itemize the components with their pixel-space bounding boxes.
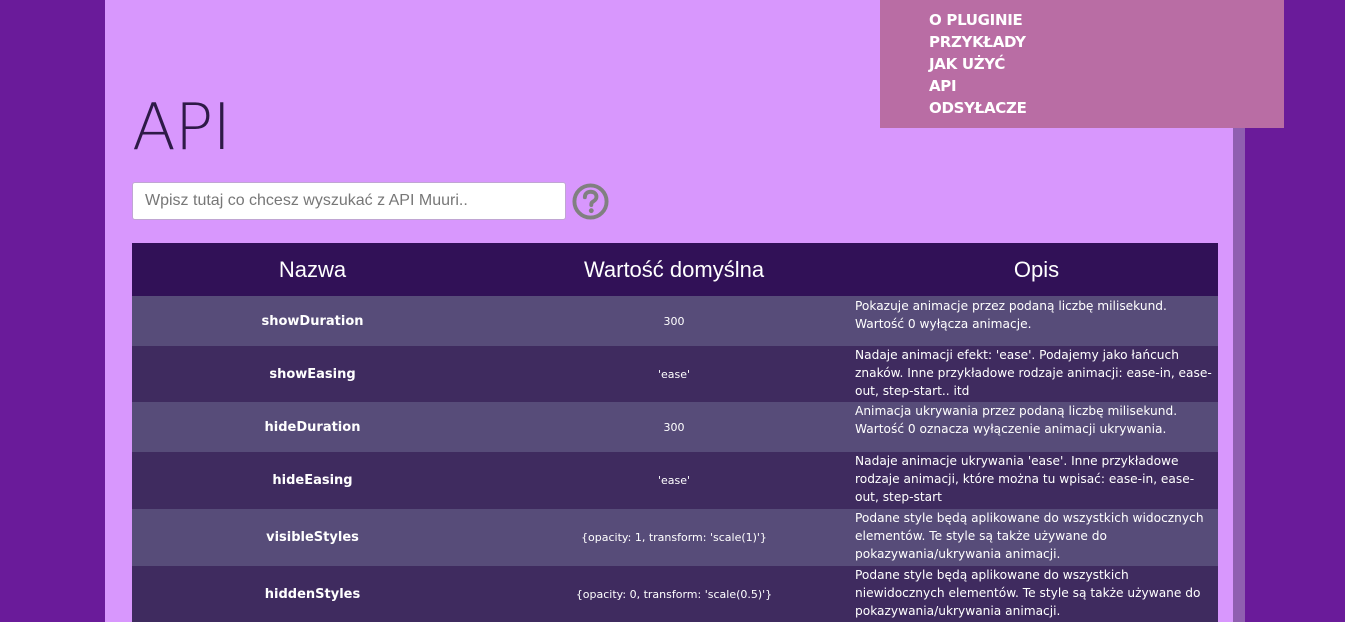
cell-name: hideEasing [132, 452, 493, 509]
page-title: API [132, 91, 231, 165]
cell-default: 300 [493, 402, 855, 452]
cell-description: Nadaje animacji efekt: 'ease'. Podajemy … [855, 346, 1218, 402]
table-row: hideDuration 300 Animacja ukrywania prze… [132, 402, 1218, 452]
cell-default: 'ease' [493, 452, 855, 509]
cell-default: 300 [493, 296, 855, 346]
cell-default: 'ease' [493, 346, 855, 402]
cell-name: hideDuration [132, 402, 493, 452]
table-header-row: Nazwa Wartość domyślna Opis [132, 243, 1218, 296]
table-row: showEasing 'ease' Nadaje animacji efekt:… [132, 346, 1218, 402]
header-default-value: Wartość domyślna [493, 243, 855, 296]
nav-item-odsylacze[interactable]: ODSYŁACZE [929, 97, 1027, 119]
table-row: visibleStyles {opacity: 1, transform: 's… [132, 509, 1218, 566]
cell-name: showDuration [132, 296, 493, 346]
main-navigation: O PLUGINIE PRZYKŁADY JAK UŻYĆ API ODSYŁA… [880, 0, 1284, 128]
header-name: Nazwa [132, 243, 493, 296]
table-header: Nazwa Wartość domyślna Opis [132, 243, 1218, 296]
cell-description: Pokazuje animacje przez podaną liczbę mi… [855, 296, 1218, 346]
cell-name: visibleStyles [132, 509, 493, 566]
nav-list: O PLUGINIE PRZYKŁADY JAK UŻYĆ API ODSYŁA… [929, 9, 1027, 119]
scrollbar[interactable] [1233, 128, 1245, 622]
question-circle-icon[interactable] [571, 182, 610, 221]
cell-description: Podane style będą aplikowane do wszystki… [855, 566, 1218, 622]
table-row: hiddenStyles {opacity: 0, transform: 'sc… [132, 566, 1218, 622]
cell-name: showEasing [132, 346, 493, 402]
nav-item-o-pluginie[interactable]: O PLUGINIE [929, 9, 1027, 31]
nav-item-jak-uzyc[interactable]: JAK UŻYĆ [929, 53, 1027, 75]
nav-item-api[interactable]: API [929, 75, 1027, 97]
table-row: showDuration 300 Pokazuje animacje przez… [132, 296, 1218, 346]
cell-description: Podane style będą aplikowane do wszystki… [855, 509, 1218, 566]
nav-item-przyklady[interactable]: PRZYKŁADY [929, 31, 1027, 53]
api-table: Nazwa Wartość domyślna Opis showDuration… [132, 243, 1218, 622]
cell-name: hiddenStyles [132, 566, 493, 622]
cell-description: Nadaje animacje ukrywania 'ease'. Inne p… [855, 452, 1218, 509]
table-body: showDuration 300 Pokazuje animacje przez… [132, 296, 1218, 622]
header-description: Opis [855, 243, 1218, 296]
table-row: hideEasing 'ease' Nadaje animacje ukrywa… [132, 452, 1218, 509]
cell-default: {opacity: 1, transform: 'scale(1)'} [493, 509, 855, 566]
search-input[interactable] [132, 182, 566, 220]
cell-default: {opacity: 0, transform: 'scale(0.5)'} [493, 566, 855, 622]
cell-description: Animacja ukrywania przez podaną liczbę m… [855, 402, 1218, 452]
